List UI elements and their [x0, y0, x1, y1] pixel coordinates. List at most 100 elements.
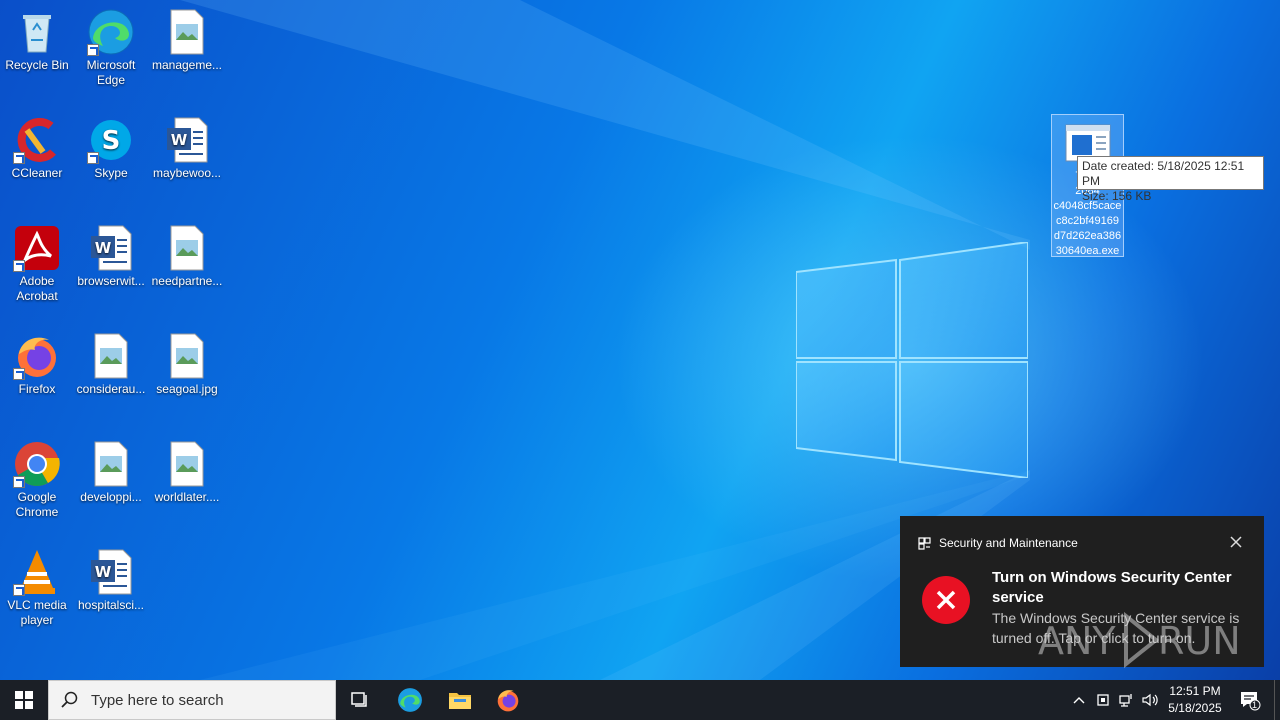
desktop-icon-file-needpartne[interactable]: needpartne... [150, 224, 224, 289]
network-icon [1119, 694, 1132, 707]
acrobat-icon [13, 224, 61, 272]
start-button[interactable] [0, 680, 48, 720]
close-icon[interactable] [1228, 534, 1244, 550]
svg-text:W: W [95, 563, 112, 581]
icon-label: developpi... [80, 490, 142, 504]
svg-text:W: W [95, 239, 112, 257]
icon-label: Firefox [18, 382, 56, 396]
tooltip-size: Size: 156 KB [1082, 189, 1152, 203]
desktop-icon-file-maybewoo[interactable]: W maybewoo... [150, 116, 224, 181]
desktop-icon-vlc[interactable]: VLC media player [0, 548, 74, 628]
clock[interactable]: 12:51 PM 5/18/2025 [1164, 684, 1226, 715]
edge-icon [87, 8, 135, 56]
tray-network-button[interactable] [1116, 680, 1138, 720]
edge-icon [398, 688, 422, 712]
shortcut-arrow-icon [13, 476, 25, 488]
vlc-icon [13, 548, 61, 596]
desktop[interactable]: Recycle Bin Microsoft Edge manageme... C… [0, 0, 1280, 680]
taskbar-firefox[interactable] [484, 680, 532, 720]
desktop-icon-firefox[interactable]: Firefox [0, 332, 74, 397]
file-name-line: 30640ea.exe [1055, 245, 1120, 257]
windows-start-icon [15, 691, 33, 709]
task-view-button[interactable] [336, 680, 384, 720]
desktop-icon-edge[interactable]: Microsoft Edge [74, 8, 148, 88]
security-toast-notification[interactable]: Security and Maintenance Turn on Windows… [900, 516, 1264, 669]
error-icon [922, 576, 970, 624]
icon-label: considerau... [76, 382, 146, 396]
taskbar: Type here to search 12:51 PM 5/18/2025 1 [0, 680, 1280, 720]
desktop-icon-chrome[interactable]: Google Chrome [0, 440, 74, 520]
clock-date: 5/18/2025 [1168, 701, 1222, 715]
firefox-icon [497, 690, 519, 712]
recycle-bin-icon [13, 8, 61, 56]
task-view-icon [351, 692, 367, 707]
toast-title: Turn on Windows Security Center service [992, 569, 1232, 606]
image-file-icon [163, 224, 211, 272]
file-name-line: d7d262ea386 [1053, 230, 1122, 242]
folder-icon [449, 693, 471, 709]
toast-body: The Windows Security Center service is t… [992, 610, 1240, 646]
tray-device-button[interactable] [1092, 680, 1114, 720]
icon-label: manageme... [151, 58, 223, 72]
taskbar-search-box[interactable]: Type here to search [48, 680, 336, 720]
icon-label: maybewoo... [152, 166, 222, 180]
desktop-icon-ccleaner[interactable]: CCleaner [0, 116, 74, 181]
skype-icon: S [87, 116, 135, 164]
action-center-button[interactable]: 1 [1230, 680, 1270, 720]
desktop-icon-file-considerau[interactable]: considerau... [74, 332, 148, 397]
word-doc-icon: W [163, 116, 211, 164]
shortcut-arrow-icon [13, 584, 25, 596]
device-icon [1097, 694, 1109, 706]
notification-count: 1 [1252, 700, 1258, 710]
show-desktop-button[interactable] [1274, 680, 1280, 720]
icon-label: Google Chrome [15, 490, 59, 519]
chevron-up-icon [1073, 697, 1085, 704]
icon-label: Skype [94, 166, 128, 180]
word-doc-icon: W [87, 548, 135, 596]
icon-label: Adobe Acrobat [16, 274, 58, 303]
desktop-icon-skype[interactable]: S Skype [74, 116, 148, 181]
firefox-icon [13, 332, 61, 380]
file-tooltip: Date created: 5/18/2025 12:51 PM Size: 1… [1077, 156, 1264, 203]
desktop-icon-file-developpi[interactable]: developpi... [74, 440, 148, 505]
file-name-line: c8c2bf49169 [1056, 215, 1119, 227]
desktop-icon-file-manageme[interactable]: manageme... [150, 8, 224, 73]
volume-icon [1142, 693, 1158, 707]
taskbar-edge[interactable] [386, 680, 434, 720]
icon-label: VLC media player [7, 598, 67, 627]
desktop-icon-file-hospitalsci[interactable]: W hospitalsci... [74, 548, 148, 613]
desktop-icon-file-worldlater[interactable]: worldlater.... [150, 440, 224, 505]
chrome-icon [13, 440, 61, 488]
shortcut-arrow-icon [13, 368, 25, 380]
notification-icon [1241, 692, 1261, 711]
security-maintenance-icon [918, 536, 931, 550]
image-file-icon [87, 440, 135, 488]
clock-time: 12:51 PM [1169, 684, 1221, 698]
tooltip-date-created: Date created: 5/18/2025 12:51 PM [1082, 159, 1245, 188]
svg-text:S: S [102, 126, 121, 156]
icon-label: needpartne... [151, 274, 223, 288]
shortcut-arrow-icon [87, 44, 99, 56]
taskbar-file-explorer[interactable] [436, 680, 484, 720]
word-doc-icon: W [87, 224, 135, 272]
icon-label: Microsoft Edge [86, 58, 136, 87]
ccleaner-icon [13, 116, 61, 164]
shortcut-arrow-icon [13, 260, 25, 272]
shortcut-arrow-icon [87, 152, 99, 164]
desktop-icon-acrobat[interactable]: Adobe Acrobat [0, 224, 74, 304]
image-file-icon [163, 440, 211, 488]
desktop-icon-recycle-bin[interactable]: Recycle Bin [0, 8, 74, 73]
image-file-icon [163, 8, 211, 56]
icon-label: Recycle Bin [5, 58, 69, 72]
image-file-icon [87, 332, 135, 380]
tray-volume-button[interactable] [1140, 680, 1162, 720]
icon-label: hospitalsci... [77, 598, 145, 612]
svg-text:W: W [171, 131, 188, 149]
show-hidden-icons-button[interactable] [1068, 680, 1090, 720]
desktop-icon-file-browserwit[interactable]: W browserwit... [74, 224, 148, 289]
shortcut-arrow-icon [13, 152, 25, 164]
icon-label: worldlater.... [154, 490, 220, 504]
icon-label: CCleaner [11, 166, 63, 180]
desktop-icon-file-seagoal[interactable]: seagoal.jpg [150, 332, 224, 397]
search-icon [61, 691, 78, 708]
